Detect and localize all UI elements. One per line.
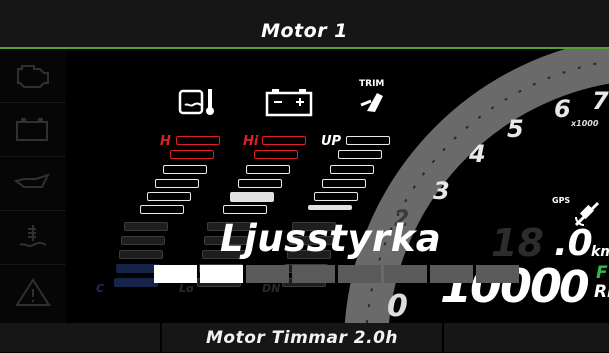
footer-divider xyxy=(160,323,162,352)
brightness-segment[interactable] xyxy=(154,265,197,283)
sidebar-item-oil[interactable] xyxy=(0,157,66,211)
title-bar: Motor 1 xyxy=(0,0,609,49)
brightness-segment[interactable] xyxy=(430,265,473,283)
sidebar-item-battery[interactable] xyxy=(0,103,66,157)
brightness-segment[interactable] xyxy=(384,265,427,283)
brightness-slider[interactable] xyxy=(66,49,609,323)
sidebar-item-engine[interactable] xyxy=(0,49,66,103)
warning-triangle-icon xyxy=(15,278,51,306)
brightness-segment[interactable] xyxy=(246,265,289,283)
coolant-temp-icon xyxy=(19,225,47,247)
footer-bar: Motor Timmar 2.0h xyxy=(0,323,609,352)
warning-sidebar xyxy=(0,49,66,323)
footer-divider xyxy=(442,323,444,352)
sidebar-item-alarm[interactable] xyxy=(0,265,66,318)
battery-warning-icon xyxy=(16,118,48,141)
engine-panel: 3 4 5 6 7 x1000 0 2 TRIM H Hi UP C Lo DN xyxy=(66,49,609,324)
page-title: Motor 1 xyxy=(261,20,348,42)
engine-hours: Motor Timmar 2.0h xyxy=(205,328,399,348)
brightness-segment[interactable] xyxy=(200,265,243,283)
sidebar-item-coolant[interactable] xyxy=(0,211,66,265)
brightness-segment[interactable] xyxy=(476,265,519,283)
engine-warning-icon xyxy=(17,65,49,88)
brightness-segment[interactable] xyxy=(338,265,381,283)
brightness-segment[interactable] xyxy=(292,265,335,283)
oil-pressure-icon xyxy=(14,173,50,188)
